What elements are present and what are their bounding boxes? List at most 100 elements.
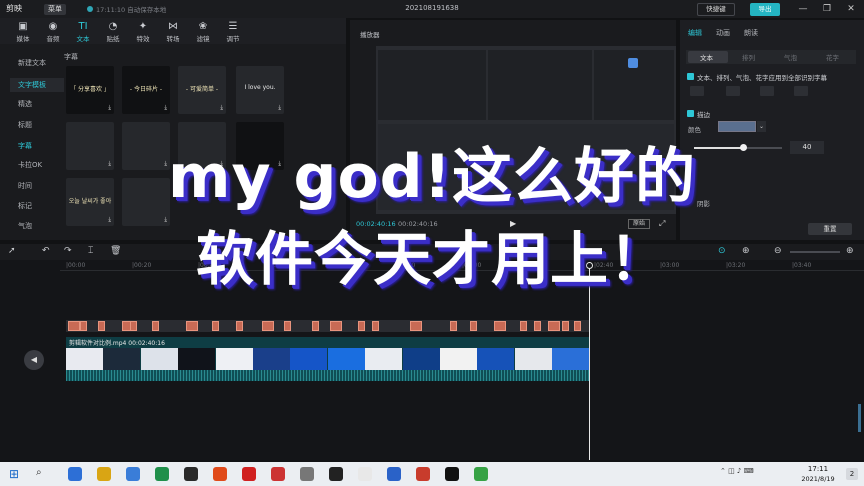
subtab-bubble[interactable]: 气泡 — [784, 52, 797, 62]
video-thumbnail — [140, 348, 178, 370]
style-preset[interactable] — [726, 86, 740, 96]
export-button[interactable]: 导出 — [750, 3, 780, 16]
subtitle-clip[interactable] — [236, 321, 243, 331]
tray-icons[interactable]: ⌃ ◫ ♪ ⌨ — [720, 467, 754, 475]
subtitle-clip[interactable] — [358, 321, 365, 331]
maximize-icon[interactable]: ❐ — [820, 3, 834, 15]
subtitle-clip[interactable] — [494, 321, 506, 331]
subtitle-clip[interactable] — [262, 321, 274, 331]
subtitle-clip[interactable] — [212, 321, 219, 331]
download-icon[interactable]: ⤓ — [220, 104, 223, 112]
template-tile[interactable]: - 可爱简单 - ⤓ — [178, 66, 226, 114]
tab-edit[interactable]: 编辑 — [688, 28, 702, 38]
capcut-icon[interactable] — [445, 467, 459, 481]
subtitle-clip[interactable] — [330, 321, 342, 331]
download-icon[interactable]: ⤓ — [108, 216, 111, 224]
app-icon[interactable] — [474, 467, 488, 481]
download-icon[interactable]: ⤓ — [164, 216, 167, 224]
shortcut-button[interactable]: 快捷键 — [697, 3, 735, 16]
chrome-icon[interactable] — [213, 467, 227, 481]
subtitle-clip[interactable] — [574, 321, 581, 331]
windows-start-icon[interactable]: ⊞ — [9, 467, 19, 481]
app-icon[interactable] — [358, 467, 372, 481]
tab-sticker[interactable]: ◔ 贴纸 — [98, 20, 128, 43]
tab-effects[interactable]: ✦ 特效 — [128, 20, 158, 43]
category-item[interactable]: 新建文本 — [10, 56, 64, 70]
media-icon[interactable] — [329, 467, 343, 481]
subtitle-clip[interactable] — [284, 321, 291, 331]
clock-time[interactable]: 17:11 — [798, 465, 838, 473]
video-thumbnail — [552, 348, 590, 370]
subtitle-clip[interactable] — [152, 321, 159, 331]
file-explorer-icon[interactable] — [97, 467, 111, 481]
style-preset[interactable] — [760, 86, 774, 96]
tab-animation[interactable]: 动画 — [716, 28, 730, 38]
tab-label: 调节 — [226, 35, 240, 43]
word-icon[interactable] — [68, 467, 82, 481]
search-icon[interactable]: ⌕ — [36, 467, 42, 478]
style-preset[interactable] — [794, 86, 808, 96]
tab-media[interactable]: ▣ 媒体 — [8, 20, 38, 43]
timeline-scrollbar[interactable] — [858, 404, 861, 432]
download-icon[interactable]: ⤓ — [108, 104, 111, 112]
mute-icon[interactable]: ◀ — [24, 350, 44, 370]
subtitle-clip[interactable] — [410, 321, 422, 331]
category-header: 字幕 — [64, 53, 78, 61]
video-thumbnail — [66, 348, 103, 370]
transition-icon: ⋈ — [168, 21, 178, 32]
subtitle-clip[interactable] — [534, 321, 541, 331]
subtitle-clip[interactable] — [562, 321, 569, 331]
template-text: - 可爱简单 - — [185, 86, 219, 93]
app-icon[interactable] — [416, 467, 430, 481]
subtitle-clip[interactable] — [520, 321, 527, 331]
tab-audio[interactable]: ◉ 音频 — [38, 20, 68, 43]
category-item[interactable]: 标题 — [10, 118, 64, 132]
template-tile[interactable]: I love you. ⤓ — [236, 66, 284, 114]
subtitle-clip[interactable] — [450, 321, 457, 331]
category-item[interactable]: 文字模板 — [10, 78, 64, 92]
chevron-down-icon[interactable]: ⌄ — [757, 121, 766, 132]
tab-read-aloud[interactable]: 朗读 — [744, 28, 758, 38]
stroke-color-swatch[interactable] — [718, 121, 756, 132]
subtitle-clip[interactable] — [80, 321, 87, 331]
app-icon[interactable] — [387, 467, 401, 481]
notification-badge[interactable]: 2 — [846, 468, 858, 480]
clock-date[interactable]: 2021/8/19 — [790, 475, 846, 483]
subtab-text[interactable]: 文本 — [700, 52, 713, 62]
audio-waveform — [66, 370, 590, 381]
subtitle-clip[interactable] — [312, 321, 319, 331]
template-tile[interactable]: 「 分享喜欢 」 ⤓ — [66, 66, 114, 114]
excel-icon[interactable] — [155, 467, 169, 481]
subtitle-clip[interactable] — [548, 321, 560, 331]
app-icon[interactable] — [242, 467, 256, 481]
subtab-fancy-text[interactable]: 花字 — [826, 52, 839, 62]
calendar-icon[interactable] — [126, 467, 140, 481]
subtitle-clip[interactable] — [68, 321, 80, 331]
style-preset[interactable] — [690, 86, 704, 96]
video-thumbnail — [402, 348, 440, 370]
apply-all-checkbox[interactable] — [687, 73, 694, 80]
text-icon[interactable] — [300, 467, 314, 481]
color-label: 颜色 — [688, 126, 701, 134]
terminal-icon[interactable] — [184, 467, 198, 481]
video-thumbnail — [290, 348, 328, 370]
download-icon[interactable]: ⤓ — [164, 104, 167, 112]
app-icon[interactable] — [271, 467, 285, 481]
tab-filter[interactable]: ❀ 滤镜 — [188, 20, 218, 43]
category-item[interactable]: 精选 — [10, 97, 64, 111]
subtitle-clip[interactable] — [372, 321, 379, 331]
tab-adjust[interactable]: ☰ 调节 — [218, 20, 248, 43]
subtab-arrange[interactable]: 排列 — [742, 52, 755, 62]
subtitle-clip[interactable] — [98, 321, 105, 331]
subtitle-clip[interactable] — [470, 321, 477, 331]
download-icon[interactable]: ⤓ — [278, 104, 281, 112]
tab-transition[interactable]: ⋈ 转场 — [158, 20, 188, 43]
subtitle-clip[interactable] — [186, 321, 198, 331]
subtitle-clip[interactable] — [130, 321, 137, 331]
stroke-checkbox[interactable] — [687, 110, 694, 117]
minimize-icon[interactable]: — — [796, 3, 810, 15]
tab-text[interactable]: TI 文本 — [68, 20, 98, 43]
close-icon[interactable]: ✕ — [844, 3, 858, 15]
tab-label: 滤镜 — [196, 35, 210, 43]
template-tile[interactable]: - 今日碎片 - ⤓ — [122, 66, 170, 114]
